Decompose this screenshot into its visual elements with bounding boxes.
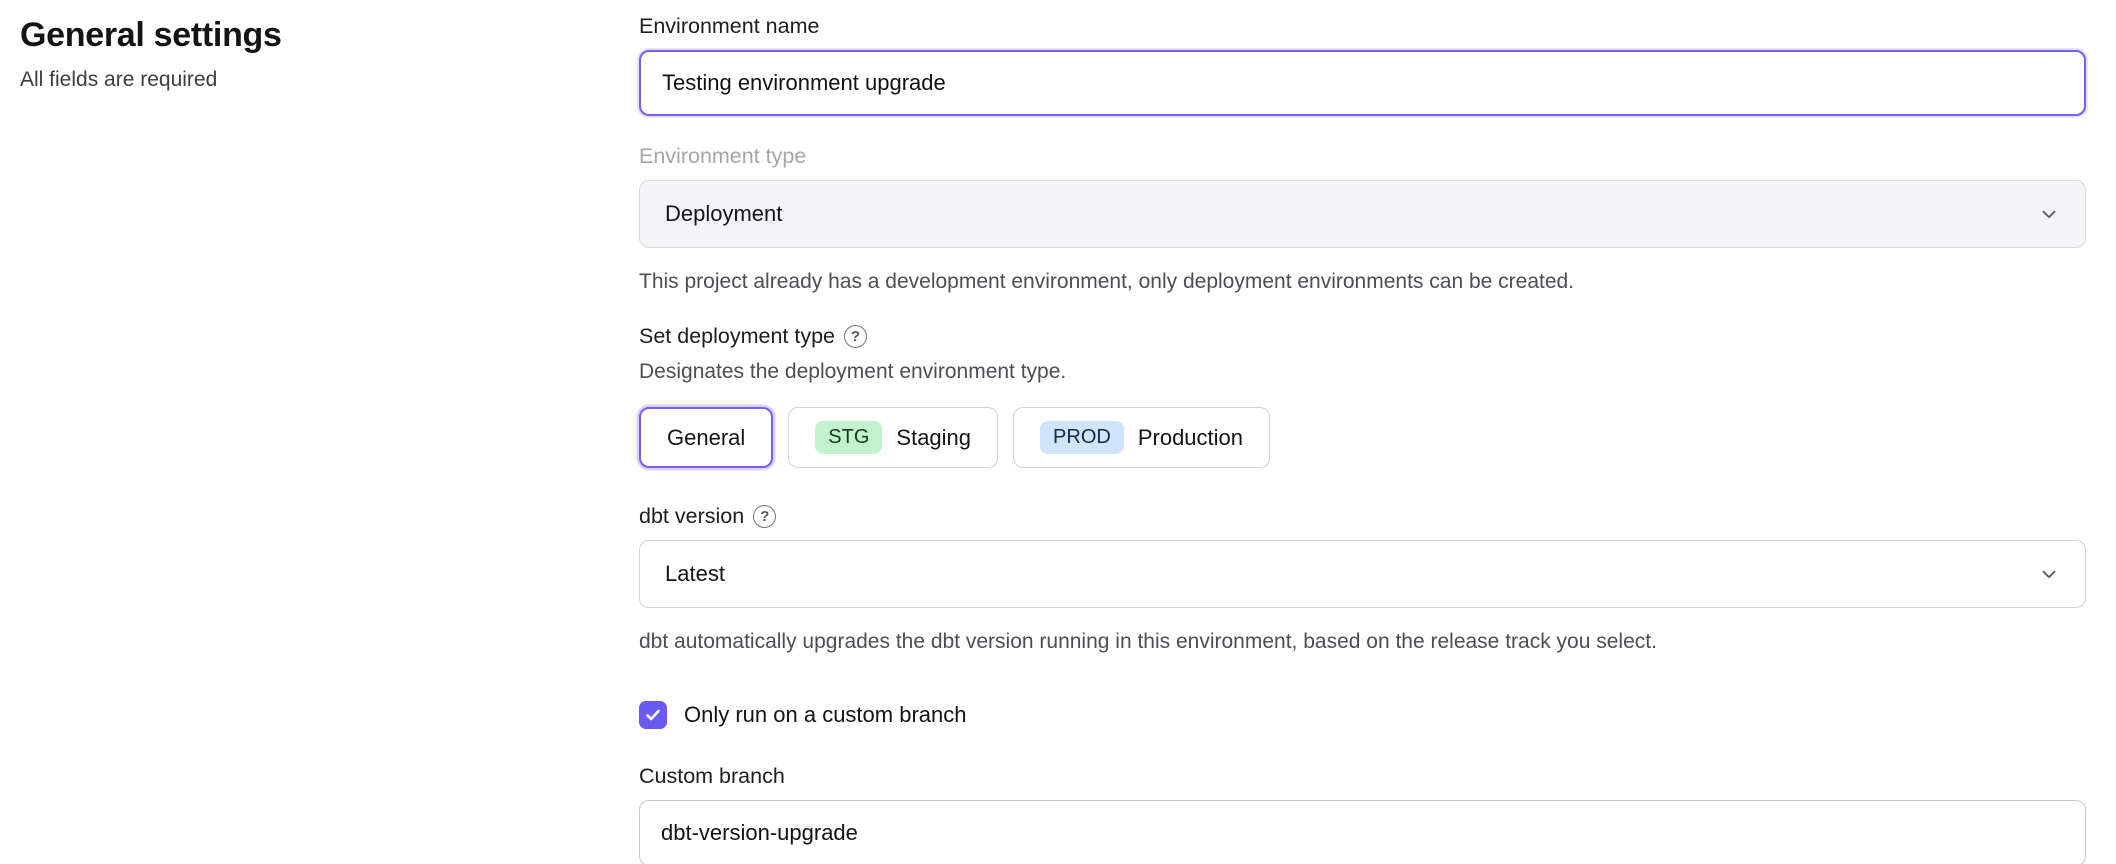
custom-branch-label: Custom branch bbox=[639, 764, 2086, 789]
staging-badge: STG bbox=[815, 421, 882, 454]
settings-form: Environment name Environment type Deploy… bbox=[639, 14, 2086, 864]
production-badge: PROD bbox=[1040, 421, 1124, 454]
environment-type-value: Deployment bbox=[665, 201, 782, 227]
chevron-down-icon bbox=[2038, 563, 2060, 585]
environment-type-select[interactable]: Deployment bbox=[639, 180, 2086, 248]
dbt-version-value: Latest bbox=[665, 561, 725, 587]
check-icon bbox=[644, 706, 662, 724]
deployment-type-group: Set deployment type ? Designates the dep… bbox=[639, 324, 2086, 468]
question-circle-icon[interactable]: ? bbox=[844, 325, 867, 348]
environment-settings-page: General settings All fields are required… bbox=[0, 0, 2116, 864]
deployment-type-production-button[interactable]: PROD Production bbox=[1013, 407, 1270, 468]
dbt-version-helper: dbt automatically upgrades the dbt versi… bbox=[639, 628, 2086, 656]
custom-branch-checkbox-label: Only run on a custom branch bbox=[684, 702, 966, 728]
environment-type-group: Environment type Deployment This project… bbox=[639, 144, 2086, 296]
deployment-type-options: General STG Staging PROD Production bbox=[639, 407, 2086, 468]
dbt-version-label-text: dbt version bbox=[639, 504, 744, 529]
custom-branch-group: Custom branch bbox=[639, 764, 2086, 864]
dbt-version-select[interactable]: Latest bbox=[639, 540, 2086, 608]
deployment-type-staging-button[interactable]: STG Staging bbox=[788, 407, 998, 468]
custom-branch-input[interactable] bbox=[639, 800, 2086, 864]
custom-branch-checkbox-row: Only run on a custom branch bbox=[639, 701, 2086, 729]
custom-branch-checkbox[interactable] bbox=[639, 701, 667, 729]
deployment-type-general-button[interactable]: General bbox=[639, 407, 773, 468]
environment-name-label: Environment name bbox=[639, 14, 2086, 39]
question-circle-icon[interactable]: ? bbox=[753, 505, 776, 528]
deployment-type-label-text: Set deployment type bbox=[639, 324, 835, 349]
environment-name-input[interactable] bbox=[639, 50, 2086, 116]
deployment-type-staging-label: Staging bbox=[896, 425, 971, 451]
settings-header: General settings All fields are required bbox=[20, 16, 580, 92]
chevron-down-icon bbox=[2038, 203, 2060, 225]
deployment-type-description: Designates the deployment environment ty… bbox=[639, 360, 2086, 384]
environment-type-helper: This project already has a development e… bbox=[639, 268, 2086, 296]
deployment-type-production-label: Production bbox=[1138, 425, 1243, 451]
page-title: General settings bbox=[20, 16, 580, 55]
dbt-version-label: dbt version ? bbox=[639, 504, 2086, 529]
environment-type-label: Environment type bbox=[639, 144, 2086, 169]
dbt-version-group: dbt version ? Latest dbt automatically u… bbox=[639, 504, 2086, 656]
deployment-type-general-label: General bbox=[667, 425, 745, 451]
deployment-type-label: Set deployment type ? bbox=[639, 324, 2086, 349]
page-subtitle: All fields are required bbox=[20, 68, 580, 92]
environment-name-group: Environment name bbox=[639, 14, 2086, 116]
